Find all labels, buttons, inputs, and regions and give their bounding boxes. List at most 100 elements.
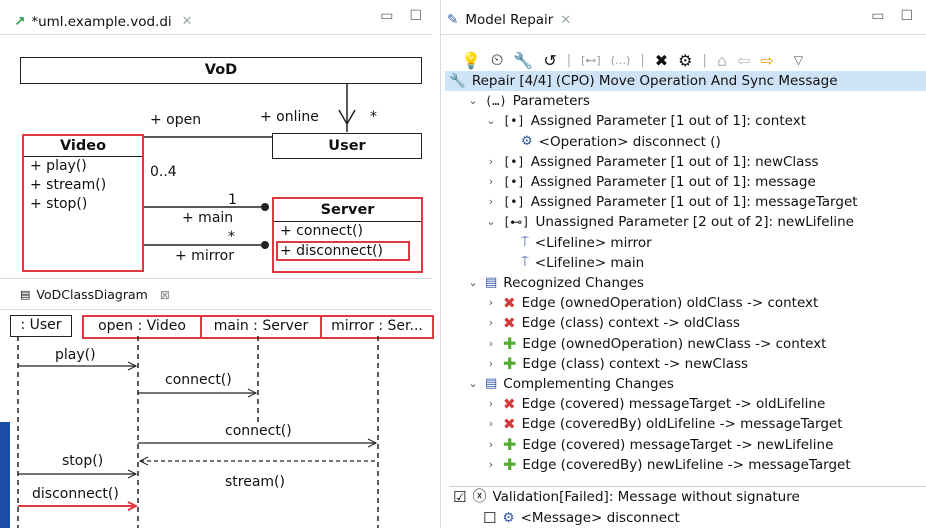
tree-row[interactable]: ⍑ <Lifeline> main [503,253,644,273]
msg-connect-main[interactable]: connect() [165,372,232,388]
tree-row[interactable]: ⌄ ▤ Complementing Changes [467,374,674,394]
chevron-right-icon[interactable]: › [485,293,497,313]
maximize-icon[interactable]: ☐ [900,8,913,24]
gear-icon: ⚙ [521,133,533,149]
undo-icon[interactable]: ↺ [543,51,556,70]
tree-row[interactable]: 🔧 Repair [4/4] (CPO) Move Operation And S… [445,71,926,91]
tree-row[interactable]: › ✚ Edge (covered) messageTarget -> newLif… [485,434,834,455]
validation-item-row[interactable]: ☐ ⚙ <Message> disconnect [483,508,680,528]
tree-row-label: Edge (coveredBy) oldLifeline -> messageT… [521,416,843,433]
op-stop[interactable]: + stop() [30,195,142,214]
tree-row-label: Edge (covered) messageTarget -> newLifel… [522,436,834,453]
close-icon[interactable]: ✕ [560,13,571,28]
minimize-icon[interactable]: ▭ [871,8,884,24]
msg-stop[interactable]: stop() [62,453,103,469]
param-icon: [•] [503,114,525,129]
chevron-right-icon[interactable]: › [485,334,497,354]
chevron-down-icon[interactable]: ⌄ [467,273,479,293]
video-class[interactable]: Video + play() + stream() + stop() [22,134,144,272]
checkbox-unchecked-icon[interactable]: ☐ [483,508,496,528]
tree-row[interactable]: › ✚ Edge (class) context -> newClass [485,354,748,374]
tree-row[interactable]: › [•] Assigned Parameter [1 out of 1]: mes… [485,192,858,212]
tree-row[interactable]: ⚙ <Operation> disconnect () [503,132,721,152]
vod-class-name: VoD [204,62,238,78]
chevron-right-icon[interactable]: › [485,354,497,374]
tree-row[interactable]: › ✖ Edge (covered) messageTarget -> oldLif… [485,394,825,414]
arrow-right-icon[interactable]: ⇨ [760,51,773,70]
repair-tool-icon: ✎ [447,12,459,28]
gear-icon[interactable]: ⚙ [678,51,692,70]
diagram-tab[interactable]: ▤ VoDClassDiagram ⊠ [20,282,170,307]
label-one: 1 [228,192,237,208]
tree-row[interactable]: ⍑ <Lifeline> mirror [503,233,652,253]
add-icon: ✚ [503,333,517,353]
param-icon[interactable]: [⊷] [581,54,601,67]
msg-disconnect[interactable]: disconnect() [32,486,119,502]
tree-row-label: Edge (class) context -> oldClass [521,315,740,332]
view-menu-icon[interactable]: ▽ [794,53,803,67]
chevron-right-icon[interactable]: › [485,414,497,434]
remove-icon: ✖ [503,395,516,414]
validation-item: <Message> disconnect [520,510,680,526]
wrench-icon[interactable]: 🔧 [513,51,533,70]
msg-connect-mirror[interactable]: connect() [225,423,292,439]
tree-row[interactable]: › ✚ Edge (coveredBy) newLifeline -> messag… [485,455,851,475]
unassigned-param-icon: [⊷] [503,215,530,230]
vod-class[interactable]: VoD [20,57,422,84]
tree-row[interactable]: › [•] Assigned Parameter [1 out of 1]: mes… [485,172,816,192]
chevron-right-icon[interactable]: › [485,394,497,414]
tree-row[interactable]: ⌄ [•] Assigned Parameter [1 out of 1]: con… [485,111,806,131]
tree-row[interactable]: › ✖ Edge (coveredBy) oldLifeline -> messag… [485,414,843,434]
op-stream[interactable]: + stream() [30,176,142,195]
label-mirror: + mirror [175,248,234,264]
chevron-right-icon[interactable]: › [485,152,497,172]
add-icon: ✚ [503,434,517,454]
window-buttons: ▭ ☐ [871,8,913,24]
label-open: + open [150,112,202,128]
chevron-right-icon[interactable]: › [485,172,497,192]
chevron-right-icon[interactable]: › [485,435,497,455]
tree-row[interactable]: › ✖ Edge (ownedOperation) oldClass -> cont… [485,293,819,313]
op-connect[interactable]: + connect() [280,222,421,241]
op-play[interactable]: + play() [30,157,142,176]
add-icon: ✚ [503,454,517,474]
tree-row[interactable]: ⌄ [⊷] Unassigned Parameter [2 out of 2]: n… [485,212,854,232]
tree-row-label: <Lifeline> main [534,254,645,271]
chevron-right-icon[interactable]: › [485,192,497,212]
tree-row[interactable]: ⌄ (…) Parameters [467,91,590,111]
delete-icon[interactable]: ✖ [655,51,668,70]
home-icon[interactable]: ⌂ [717,51,727,70]
class-diagram-icon: ▤ [20,288,31,301]
chevron-right-icon[interactable]: › [485,455,497,475]
tree-row[interactable]: ⌄ ▤ Recognized Changes [467,273,644,293]
tree-row[interactable]: › ✖ Edge (class) context -> oldClass [485,313,740,333]
lifeline-user[interactable]: : User [10,315,72,337]
param-group-icon[interactable]: (…) [611,54,631,67]
video-ops: + play() + stream() + stop() [24,157,142,214]
tree-row[interactable]: › [•] Assigned Parameter [1 out of 1]: new… [485,152,819,172]
lightbulb-icon[interactable]: 💡 [461,51,481,70]
server-class[interactable]: Server + connect() + disconnect() [272,197,423,273]
msg-stream[interactable]: stream() [225,474,285,490]
msg-play[interactable]: play() [55,347,96,363]
history-icon[interactable]: ⏲ [491,50,503,70]
label-star1: * [370,109,377,125]
model-repair-tab[interactable]: ✎ Model Repair ✕ [447,12,571,28]
param-icon: [•] [503,175,525,189]
tree-row-label: <Lifeline> mirror [534,234,652,251]
chevron-down-icon[interactable]: ⌄ [485,111,497,131]
chevron-down-icon[interactable]: ⌄ [485,212,497,232]
chevron-down-icon[interactable]: ⌄ [467,374,479,394]
chevron-down-icon[interactable]: ⌄ [467,91,479,111]
chevron-right-icon[interactable]: › [485,313,497,333]
op-disconnect[interactable]: + disconnect() [276,241,410,261]
validation-status-row[interactable]: ☑ ⓧ Validation[Failed]: Message without … [453,487,800,507]
tree-row[interactable]: › ✚ Edge (ownedOperation) newClass -> cont… [485,333,827,354]
message-icon: ⚙ [502,510,515,526]
user-class[interactable]: User [272,133,422,159]
remove-icon: ✖ [503,314,516,333]
close-icon[interactable]: ⊠ [160,288,170,302]
arrow-left-icon[interactable]: ⇦ [737,51,750,70]
model-repair-panel: ✎ Model Repair ✕ ▭ ☐ 💡 ⏲ 🔧 ↺ | [⊷] (…) |… [440,0,926,528]
checkbox-checked-icon[interactable]: ☑ [453,487,466,507]
